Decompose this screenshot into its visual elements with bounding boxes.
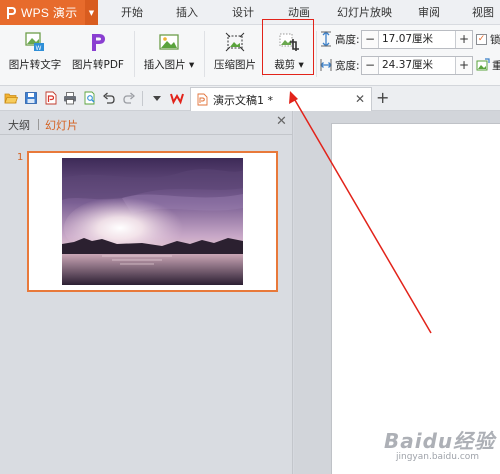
width-icon [320, 59, 332, 71]
height-label: 高度: [335, 33, 360, 46]
document-tab[interactable]: 演示文稿1 * ✕ [190, 87, 372, 111]
ribbon-divider [316, 31, 317, 77]
wps-office-logo-icon[interactable] [170, 91, 184, 105]
sunset-lake-picture [62, 158, 243, 285]
width-decrease-button[interactable]: − [362, 56, 379, 74]
customize-toolbar-dropdown-icon[interactable] [150, 91, 164, 105]
insert-picture-label: 插入图片 ▾ [143, 59, 195, 71]
picture-to-pdf-icon [92, 34, 105, 51]
quick-access-toolbar: 演示文稿1 * ✕ + [0, 86, 500, 111]
picture-tools-ribbon: W 图片转文字 图片转PDF 插入图片 ▾ 压缩图片 裁剪 ▾ 高度: − 17… [0, 25, 500, 86]
close-document-icon[interactable]: ✕ [355, 93, 365, 105]
compress-picture-label: 压缩图片 [214, 59, 256, 71]
new-tab-icon[interactable]: + [376, 89, 389, 107]
slide-number: 1 [17, 152, 24, 163]
picture-to-pdf-button[interactable]: 图片转PDF [68, 27, 128, 79]
width-input[interactable]: 24.37厘米 [379, 57, 455, 74]
width-increase-button[interactable]: + [455, 56, 472, 74]
redo-icon[interactable] [122, 91, 136, 105]
open-folder-icon[interactable] [4, 91, 18, 105]
compress-picture-icon [225, 32, 245, 52]
tab-view[interactable]: 视图 [472, 0, 494, 25]
height-control: 高度: − 17.07厘米 + [320, 29, 473, 49]
save-icon[interactable] [24, 91, 38, 105]
menu-bar: WPS 演示 ▼ 开始 插入 设计 动画 幻灯片放映 审阅 视图 [0, 0, 500, 25]
undo-icon[interactable] [102, 91, 116, 105]
picture-to-text-label: 图片转文字 [8, 59, 62, 71]
baidu-watermark-url: jingyan.baidu.com [396, 452, 480, 462]
panel-tab-divider [38, 119, 39, 130]
slide-editing-area [294, 111, 500, 474]
slides-panel: 大纲 幻灯片 ✕ 1 [0, 111, 293, 474]
height-stepper[interactable]: − 17.07厘米 + [361, 29, 473, 49]
ribbon-divider [204, 31, 205, 77]
wps-logo-icon [7, 6, 16, 19]
lock-aspect-checkbox[interactable]: ✓ [476, 34, 487, 45]
lock-aspect-label: 锁 [490, 34, 500, 46]
picture-to-text-button[interactable]: W 图片转文字 [6, 27, 64, 79]
baidu-watermark: Baidu经验 [384, 429, 496, 453]
picture-to-text-icon: W [25, 32, 44, 52]
crop-highlight-box [262, 19, 314, 75]
compress-picture-button[interactable]: 压缩图片 [210, 27, 260, 79]
tab-slideshow[interactable]: 幻灯片放映 [337, 0, 392, 25]
print-preview-icon[interactable] [83, 91, 97, 105]
tab-outline[interactable]: 大纲 [8, 117, 30, 133]
svg-text:W: W [36, 45, 42, 52]
document-title: 演示文稿1 * [213, 93, 273, 107]
app-menu-dropdown-icon[interactable]: ▼ [85, 0, 98, 25]
app-title: WPS 演示 [21, 6, 78, 20]
ribbon-divider [134, 31, 135, 77]
height-input[interactable]: 17.07厘米 [379, 31, 455, 48]
close-panel-icon[interactable]: ✕ [276, 115, 287, 129]
width-stepper[interactable]: − 24.37厘米 + [361, 55, 473, 75]
presentation-file-icon [197, 93, 208, 106]
app-menu-button[interactable]: WPS 演示 ▼ [0, 0, 98, 25]
insert-picture-icon [159, 34, 179, 50]
export-pdf-icon[interactable] [44, 91, 58, 105]
slide-canvas[interactable] [331, 123, 500, 474]
height-icon [321, 31, 331, 47]
height-increase-button[interactable]: + [455, 30, 472, 48]
reset-size-icon[interactable] [476, 58, 490, 72]
toolbar-divider [142, 91, 143, 106]
width-label: 宽度: [335, 59, 360, 72]
tab-design[interactable]: 设计 [232, 0, 254, 25]
reset-size-label[interactable]: 重 [492, 58, 500, 73]
slide-thumbnail[interactable] [27, 151, 278, 292]
tab-home[interactable]: 开始 [121, 0, 143, 25]
width-control: 宽度: − 24.37厘米 + [320, 55, 473, 75]
tab-insert[interactable]: 插入 [176, 0, 198, 25]
picture-to-pdf-label: 图片转PDF [72, 59, 124, 71]
print-icon[interactable] [63, 91, 77, 105]
height-decrease-button[interactable]: − [362, 30, 379, 48]
insert-picture-button[interactable]: 插入图片 ▾ [140, 27, 198, 79]
tab-slides[interactable]: 幻灯片 [45, 117, 78, 133]
panel-tabs: 大纲 幻灯片 ✕ [0, 111, 293, 135]
tab-review[interactable]: 审阅 [418, 0, 440, 25]
